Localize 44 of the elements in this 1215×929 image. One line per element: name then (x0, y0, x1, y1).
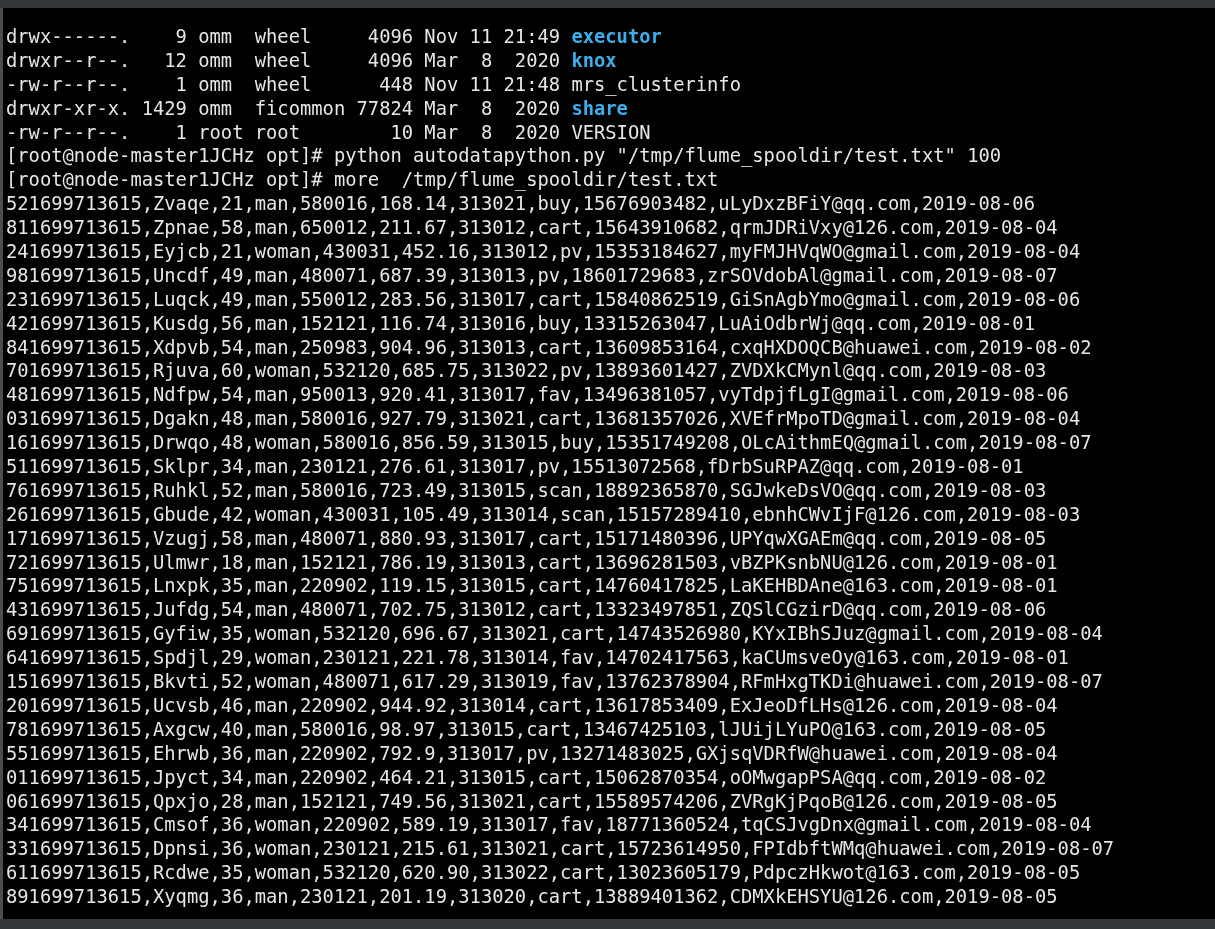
output-line: 241699713615,Eyjcb,21,woman,430031,452.16,313012,pv,15353184627,myFMJHVqWO@gmail.com,2019-08-04 (6, 240, 1081, 264)
file-details: drwxr--r--. 12 omm wheel 4096 Mar 8 2020 (6, 48, 562, 73)
output-line: 481699713615,Ndfpw,54,man,950013,920.41,313017,fav,13496381057,vyTdpjfLgI@gmail.com,2019-08-06 (6, 383, 1069, 408)
output-line: 011699713615,Jpyct,34,man,220902,464.21,313015,cart,15062870354,oOMwgapPSA@qq.com,2019-08-02 (6, 765, 1047, 790)
output-line: 261699713615,Gbude,42,woman,430031,105.49,313014,scan,15157289410,ebnhCWvIjF@126.com,2019-08-03 (6, 502, 1081, 527)
directory-name: share (571, 96, 628, 121)
output-line: 331699713615,Dpnsi,36,woman,230121,215.61,313021,cart,15723614950,FPIdbftWMq@huawei.com,2019-08-07 (6, 837, 1115, 862)
output-line: 171699713615,Vzugj,58,man,480071,880.93,313017,cart,15171480396,UPYqwXGAEm@qq.com,2019-08-05 (6, 526, 1047, 551)
output-line: 751699713615,Lnxpk,35,man,220902,119.15,313015,cart,14760417825,LaKEHBDAne@163.com,2019-08-01 (6, 574, 1058, 599)
file-name: VERSION (571, 120, 651, 145)
output-line: 701699713615,Rjuva,60,woman,532120,685.75,313022,pv,13893601427,ZVDXkCMynl@qq.com,2019-08-03 (6, 359, 1047, 384)
output-line: 511699713615,Sklpr,34,man,230121,276.61,313017,pv,15513072568,fDrbSuRPAZ@qq.com,2019-08-01 (6, 455, 1024, 479)
output-line: 161699713615,Drwqo,48,woman,580016,856.59,313015,buy,15351749208,OLcAithmEQ@gmail.com,2019-08-07 (6, 431, 1092, 456)
output-line: 781699713615,Axgcw,40,man,580016,98.97,313015,cart,13467425103,lJUijLYuPO@163.com,2019-08-05 (6, 717, 1047, 742)
file-details: -rw-r--r--. 1 omm wheel 448 Nov 11 21:48 (6, 72, 562, 97)
file-details: -rw-r--r--. 1 root root 10 Mar 8 2020 (6, 120, 562, 145)
output-line: 231699713615,Luqck,49,man,550012,283.56,313017,cart,15840862519,GiSnAgbYmo@gmail.com,2019-08-06 (6, 287, 1081, 312)
output-line: 421699713615,Kusdg,56,man,152121,116.74,313016,buy,13315263047,LuAiOdbrWj@qq.com,2019-08-01 (6, 311, 1035, 336)
shell-prompt: [root@node-master1JCHz opt]# (6, 144, 323, 169)
output-line: 761699713615,Ruhkl,52,man,580016,723.49,313015,scan,18892365870,SGJwkeDsVO@qq.com,2019-08-03 (6, 478, 1047, 503)
output-line: 981699713615,Uncdf,49,man,480071,687.39,313013,pv,18601729683,zrSOVdobAl@gmail.com,2019-08-07 (6, 263, 1058, 288)
command-text: more /tmp/flume_spooldir/test.txt (333, 168, 719, 193)
file-name: mrs_clusterinfo (571, 72, 741, 97)
output-line: 721699713615,Ulmwr,18,man,152121,786.19,313013,cart,13696281503,vBZPKsnbNU@126.com,2019-08-01 (6, 550, 1058, 575)
output-line: 811699713615,Zpnae,58,man,650012,211.67,313012,cart,15643910682,qrmJDRiVxy@126.com,2019-08-04 (6, 216, 1058, 240)
output-line: 201699713615,Ucvsb,46,man,220902,944.92,313014,cart,13617853409,ExJeoDfLHs@126.com,2019-08-04 (6, 693, 1058, 718)
output-line: 151699713615,Bkvti,52,woman,480071,617.29,313019,fav,13762378904,RFmHxgTKDi@huawei.com,2019-08-07 (6, 670, 1103, 694)
output-line: 691699713615,Gyfiw,35,woman,532120,696.67,313021,cart,14743526980,KYxIBhSJuz@gmail.com,2019-08-04 (6, 622, 1103, 647)
command-text: python autodatapython.py "/tmp/flume_spooldir/test.txt" 100 (333, 144, 1002, 169)
output-line: 341699713615,Cmsof,36,woman,220902,589.19,313017,fav,18771360524,tqCSJvgDnx@gmail.com,2019-08-04 (6, 813, 1092, 838)
file-details: drwxr-xr-x. 1429 omm ficommon 77824 Mar 8 2020 (6, 96, 562, 121)
output-line: 431699713615,Jufdg,54,man,480071,702.75,313012,cart,13323497851,ZQSlCGzirD@qq.com,2019-08-06 (6, 598, 1047, 623)
output-line: 061699713615,Qpxjo,28,man,152121,749.56,313021,cart,15589574206,ZVRgKjPqoB@126.com,2019-08-05 (6, 789, 1058, 814)
shell-prompt: [root@node-master1JCHz opt]# (6, 168, 323, 193)
output-line: 521699713615,Zvaqe,21,man,580016,168.14,313021,buy,15676903482,uLyDxzBFiY@qq.com,2019-08-06 (6, 192, 1035, 217)
directory-name: executor (571, 25, 662, 49)
output-line: 641699713615,Spdjl,29,woman,230121,221.78,313014,fav,14702417563,kaCUmsveOy@163.com,2019-08-01 (6, 646, 1069, 671)
output-line: 611699713615,Rcdwe,35,woman,532120,620.90,313022,cart,13023605179,PdpczHkwot@163.com,2019-08-05 (6, 861, 1081, 886)
output-line: 031699713615,Dgakn,48,man,580016,927.79,313021,cart,13681357026,XVEfrMpoTD@gmail.com,2019-08-04 (6, 407, 1081, 432)
directory-name: knox (571, 48, 617, 73)
output-line: 841699713615,Xdpvb,54,man,250983,904.96,313013,cart,13609853164,cxqHXDOQCB@huawei.com,2019-08-02 (6, 335, 1092, 360)
output-line: 551699713615,Ehrwb,36,man,220902,792.9,313017,pv,13271483025,GXjsqVDRfW@huawei.com,2019-08-04 (6, 741, 1058, 766)
output-line: 891699713615,Xyqmg,36,man,230121,201.19,313020,cart,13889401362,CDMXkEHSYU@126.com,2019-08-05 (6, 885, 1058, 909)
file-details: drwx------. 9 omm wheel 4096 Nov 11 21:49 (6, 25, 562, 49)
